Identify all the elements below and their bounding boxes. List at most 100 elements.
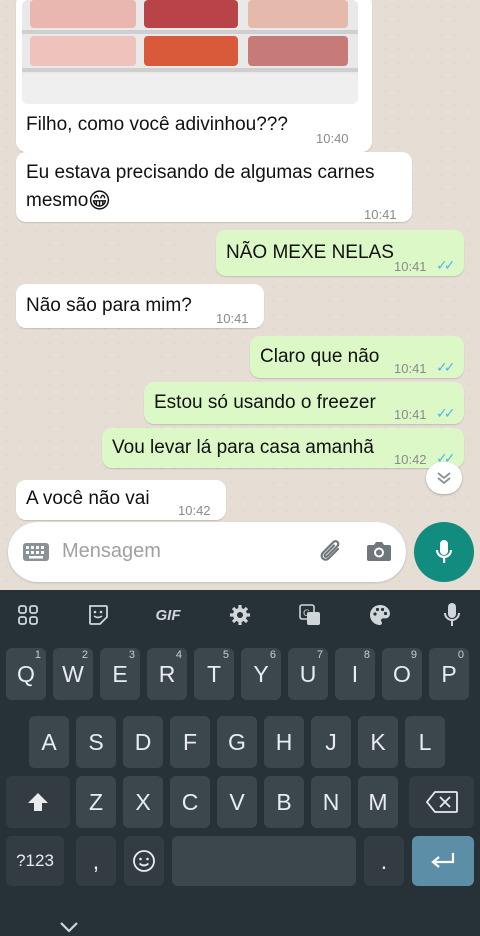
keyboard-icon[interactable] bbox=[22, 542, 50, 562]
translate-icon[interactable]: G bbox=[294, 600, 326, 630]
key-k-label: K bbox=[370, 728, 386, 755]
key-y[interactable]: Y6 bbox=[241, 648, 281, 700]
message-bubble[interactable]: Estou só usando o freezer 10:41 ✓✓ bbox=[144, 382, 464, 424]
symbols-key-label: ?123 bbox=[16, 851, 54, 870]
key-b-label: B bbox=[276, 788, 292, 815]
message-time: 10:41 bbox=[394, 361, 427, 376]
key-g[interactable]: G bbox=[217, 716, 257, 768]
key-v[interactable]: V bbox=[217, 776, 257, 828]
key-e[interactable]: E3 bbox=[100, 648, 140, 700]
message-bubble[interactable]: Não são para mim? 10:41 bbox=[16, 284, 264, 328]
palette-icon[interactable] bbox=[364, 600, 396, 630]
apps-grid-icon[interactable] bbox=[12, 600, 44, 630]
gear-icon[interactable] bbox=[224, 600, 256, 630]
key-j[interactable]: J bbox=[311, 716, 351, 768]
message-text: Vou levar lá para casa amanhã bbox=[112, 437, 374, 458]
key-t[interactable]: T5 bbox=[194, 648, 234, 700]
message-bubble[interactable]: NÃO MEXE NELAS 10:41 ✓✓ bbox=[216, 230, 464, 276]
key-k[interactable]: K bbox=[358, 716, 398, 768]
key-w[interactable]: W2 bbox=[53, 648, 93, 700]
message-input[interactable]: Mensagem bbox=[62, 540, 161, 563]
period-key[interactable]: . bbox=[364, 836, 404, 886]
message-time: 10:41 bbox=[364, 207, 397, 222]
key-x-label: X bbox=[135, 788, 151, 815]
sticker-icon[interactable] bbox=[82, 600, 114, 630]
key-l[interactable]: L bbox=[405, 716, 445, 768]
key-l-label: L bbox=[418, 728, 432, 755]
camera-icon[interactable] bbox=[366, 540, 392, 562]
key-t-label: T bbox=[206, 660, 222, 687]
message-bubble[interactable]: Vou levar lá para casa amanhã 10:42 ✓✓ bbox=[102, 428, 464, 468]
key-m-label: M bbox=[368, 788, 388, 815]
backspace-icon bbox=[425, 791, 458, 813]
comma-key[interactable]: , bbox=[76, 836, 116, 886]
message-text: Filho, como você adivinhou??? bbox=[26, 114, 288, 135]
key-o-hint: 9 bbox=[410, 649, 417, 661]
key-a[interactable]: A bbox=[29, 716, 69, 768]
message-text: Claro que não bbox=[260, 346, 380, 367]
shift-key[interactable] bbox=[6, 776, 70, 828]
grinning-emoji: 😁 bbox=[88, 188, 111, 213]
emoji-key[interactable] bbox=[124, 836, 164, 886]
hide-keyboard-chevron-icon[interactable] bbox=[58, 920, 80, 934]
read-ticks-icon: ✓✓ bbox=[436, 359, 456, 375]
chat-area[interactable]: Filho, como você adivinhou??? 10:40 Eu e… bbox=[0, 0, 480, 590]
key-w-hint: 2 bbox=[81, 649, 88, 661]
message-bubble[interactable]: A você não vai 10:42 bbox=[16, 480, 226, 520]
backspace-key[interactable] bbox=[409, 776, 474, 828]
meat-photo[interactable] bbox=[22, 0, 358, 104]
key-d[interactable]: D bbox=[123, 716, 163, 768]
key-a-label: A bbox=[41, 728, 57, 755]
key-h[interactable]: H bbox=[264, 716, 304, 768]
space-key[interactable] bbox=[172, 836, 356, 886]
key-s[interactable]: S bbox=[76, 716, 116, 768]
key-n[interactable]: N bbox=[311, 776, 351, 828]
key-m[interactable]: M bbox=[358, 776, 398, 828]
key-z-label: Z bbox=[88, 788, 104, 815]
key-p[interactable]: P0 bbox=[429, 648, 469, 700]
read-ticks-icon: ✓✓ bbox=[436, 405, 456, 421]
paperclip-icon[interactable] bbox=[318, 538, 344, 566]
key-r[interactable]: R4 bbox=[147, 648, 187, 700]
key-c[interactable]: C bbox=[170, 776, 210, 828]
read-ticks-icon: ✓✓ bbox=[436, 257, 456, 273]
message-text: NÃO MEXE NELAS bbox=[226, 242, 394, 263]
message-text: Eu estava precisando de algumas carnes bbox=[26, 162, 375, 183]
message-bubble[interactable]: Claro que não 10:41 ✓✓ bbox=[250, 336, 464, 378]
smiley-icon bbox=[133, 850, 155, 872]
symbols-key[interactable]: ?123 bbox=[6, 836, 64, 886]
key-u[interactable]: U7 bbox=[288, 648, 328, 700]
virtual-keyboard[interactable]: GIF G ?123 , . Q1W2E3R4T5Y 6 U 7 I 8 O 9… bbox=[0, 590, 480, 936]
key-s-label: S bbox=[88, 728, 104, 755]
key-q-label: Q bbox=[17, 660, 35, 687]
gif-button[interactable]: GIF bbox=[152, 600, 184, 630]
enter-key[interactable] bbox=[412, 836, 474, 886]
scroll-to-bottom-button[interactable] bbox=[426, 462, 462, 494]
message-text-line2: mesmo bbox=[26, 190, 89, 211]
photo-message[interactable]: Filho, como você adivinhou??? 10:40 bbox=[16, 0, 372, 152]
comma-key-label: , bbox=[92, 847, 100, 874]
key-o-label: O bbox=[393, 660, 411, 687]
message-bubble[interactable]: Eu estava precisando de algumas carnes m… bbox=[16, 152, 412, 222]
microphone-icon[interactable] bbox=[436, 600, 468, 630]
double-chevron-down-icon bbox=[437, 472, 451, 485]
key-v-label: V bbox=[229, 788, 245, 815]
key-b[interactable]: B bbox=[264, 776, 304, 828]
key-n-label: N bbox=[322, 788, 340, 815]
key-c-label: C bbox=[181, 788, 199, 815]
key-i[interactable]: I8 bbox=[335, 648, 375, 700]
message-input-bar[interactable]: Mensagem bbox=[8, 522, 406, 582]
microphone-icon bbox=[435, 540, 453, 563]
keyboard-toolbar: GIF G bbox=[0, 590, 480, 640]
enter-arrow-icon bbox=[431, 853, 455, 868]
svg-text:G: G bbox=[303, 609, 310, 619]
key-x[interactable]: X bbox=[123, 776, 163, 828]
key-e-label: E bbox=[112, 660, 128, 687]
key-o[interactable]: O9 bbox=[382, 648, 422, 700]
key-z[interactable]: Z bbox=[76, 776, 116, 828]
message-time: 10:40 bbox=[316, 131, 349, 146]
key-q[interactable]: Q1 bbox=[6, 648, 46, 700]
key-y-hint: 6 bbox=[269, 649, 276, 661]
key-f[interactable]: F bbox=[170, 716, 210, 768]
voice-message-button[interactable] bbox=[414, 522, 474, 582]
